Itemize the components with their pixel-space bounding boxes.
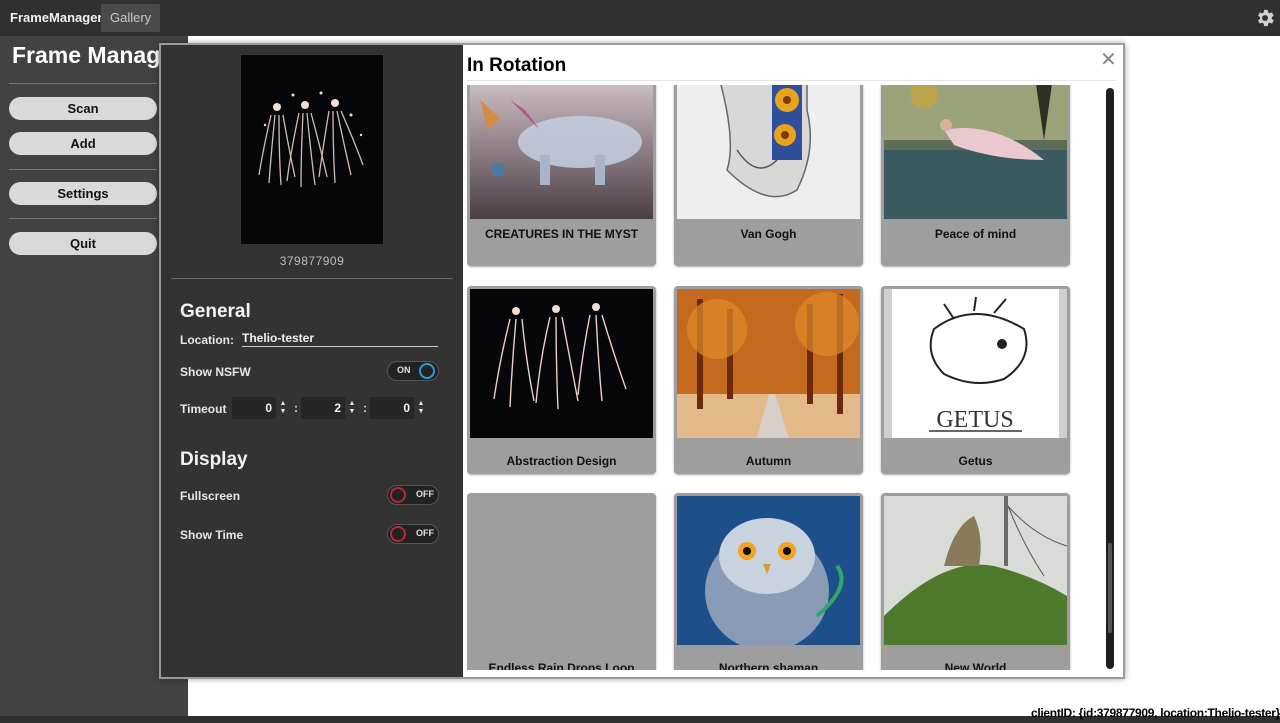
card-caption: Northern shaman xyxy=(718,661,819,670)
gallery-card[interactable]: GETUS Getus xyxy=(881,286,1070,474)
settings-button[interactable]: Settings xyxy=(9,182,157,205)
card-image xyxy=(470,85,653,219)
timeout-hours-input[interactable]: 0 xyxy=(232,397,276,419)
card-image xyxy=(884,85,1067,219)
card-caption: Getus xyxy=(958,454,993,468)
card-caption: Endless Rain Drops Loop xyxy=(488,661,635,670)
card-image xyxy=(470,289,653,438)
gallery-card[interactable]: Endless Rain Drops Loop xyxy=(467,493,656,670)
frame-settings-panel: 379877909 General Location: Thelio-teste… xyxy=(161,45,463,677)
show-nsfw-label: Show NSFW xyxy=(180,365,251,379)
timeout-label: Timeout xyxy=(180,402,227,416)
card-caption: CREATURES IN THE MYST xyxy=(484,227,639,241)
card-caption: Van Gogh xyxy=(740,227,797,241)
divider xyxy=(467,80,1117,81)
gallery-card[interactable]: Autumn xyxy=(674,286,863,474)
timeout-hours-spinner-icon[interactable]: ▲ ▼ xyxy=(278,400,288,416)
card-image xyxy=(677,496,860,645)
getus-logo-text: GETUS xyxy=(936,407,1013,433)
scrollbar-thumb[interactable] xyxy=(1108,543,1112,633)
timeout-seconds-input[interactable]: 0 xyxy=(370,397,414,419)
client-id-status: clientID: {id:379877909, location:Thelio… xyxy=(1030,706,1280,720)
show-time-toggle[interactable]: OFF xyxy=(387,524,439,544)
close-icon[interactable]: ✕ xyxy=(1100,47,1117,72)
gallery-card[interactable]: Van Gogh xyxy=(674,85,863,266)
current-frame-preview xyxy=(241,55,383,244)
time-separator: : xyxy=(363,401,367,415)
toggle-knob xyxy=(390,526,406,542)
divider xyxy=(9,218,157,219)
location-field[interactable]: Thelio-tester xyxy=(242,331,438,347)
toggle-knob xyxy=(419,363,435,379)
gallery-card[interactable]: Northern shaman xyxy=(674,493,863,670)
card-caption: Peace of mind xyxy=(934,227,1017,241)
tab-framemanager[interactable]: FrameManager xyxy=(1,4,111,32)
gallery-card[interactable]: CREATURES IN THE MYST xyxy=(467,85,656,266)
timeout-seconds-spinner-icon[interactable]: ▲ ▼ xyxy=(416,400,426,416)
divider xyxy=(171,278,453,279)
time-separator: : xyxy=(294,401,298,415)
in-rotation-title: In Rotation xyxy=(467,55,567,76)
card-image xyxy=(677,289,860,438)
toggle-state-label: OFF xyxy=(416,489,434,499)
frame-id-label: 379877909 xyxy=(279,254,345,268)
card-image xyxy=(884,496,1067,645)
card-image xyxy=(677,85,860,219)
timeout-minutes-input[interactable]: 2 xyxy=(301,397,345,419)
scan-button[interactable]: Scan xyxy=(9,97,157,120)
fullscreen-label: Fullscreen xyxy=(180,489,241,503)
card-caption: New World xyxy=(944,661,1007,670)
gallery-card[interactable]: Peace of mind xyxy=(881,85,1070,266)
show-nsfw-toggle[interactable]: ON xyxy=(387,361,439,381)
fullscreen-toggle[interactable]: OFF xyxy=(387,485,439,505)
toggle-state-label: ON xyxy=(397,365,411,375)
card-image: GETUS xyxy=(884,289,1067,438)
general-heading: General xyxy=(180,301,251,322)
card-caption: Abstraction Design xyxy=(506,454,617,468)
divider xyxy=(9,169,157,170)
timeout-minutes-spinner-icon[interactable]: ▲ ▼ xyxy=(347,400,357,416)
divider xyxy=(9,83,157,84)
gallery-card[interactable]: Abstraction Design xyxy=(467,286,656,474)
card-caption: Autumn xyxy=(745,454,792,468)
rotation-grid: CREATURES IN THE MYST Van Gogh Peace of … xyxy=(467,85,1097,670)
gallery-card[interactable]: New World xyxy=(881,493,1070,670)
top-bar: FrameManager Gallery xyxy=(0,0,1280,36)
toggle-knob xyxy=(390,487,406,503)
show-time-label: Show Time xyxy=(180,528,244,542)
toggle-state-label: OFF xyxy=(416,528,434,538)
location-label: Location: xyxy=(180,333,234,347)
quit-button[interactable]: Quit xyxy=(9,232,157,255)
tab-gallery[interactable]: Gallery xyxy=(101,4,161,32)
display-heading: Display xyxy=(180,449,248,470)
frame-settings-dialog: 379877909 General Location: Thelio-teste… xyxy=(159,43,1125,679)
add-button[interactable]: Add xyxy=(9,132,157,155)
gear-icon[interactable] xyxy=(1254,7,1276,29)
